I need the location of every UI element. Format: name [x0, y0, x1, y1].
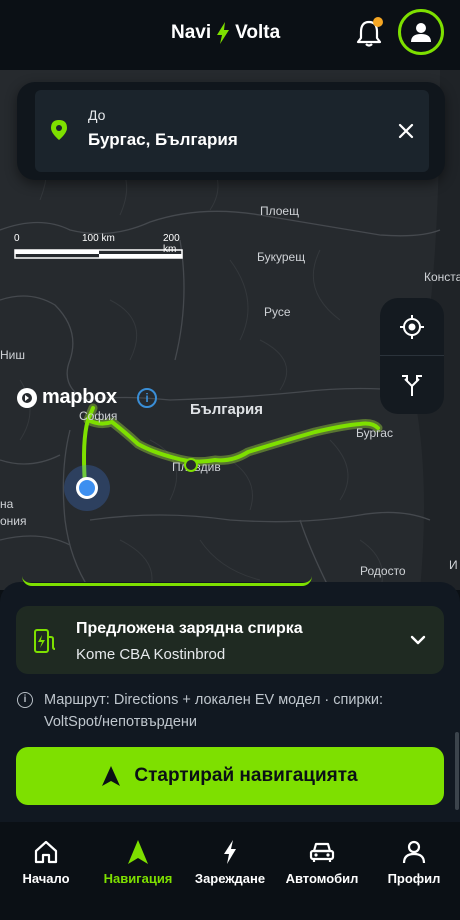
destination-label: До — [88, 107, 106, 123]
bolt-icon — [217, 22, 230, 44]
nav-label-profile: Профил — [387, 871, 441, 886]
bolt-icon — [224, 840, 236, 864]
recenter-button[interactable] — [380, 298, 444, 356]
profile-avatar-button[interactable] — [398, 9, 444, 55]
home-icon — [34, 840, 58, 864]
map-label-rhodope: Родосто — [360, 564, 406, 578]
start-navigation-button[interactable]: Стартирай навигацията — [16, 747, 444, 805]
map-label-edge-nia: ония — [0, 514, 27, 528]
app-logo: Navi Volta — [171, 22, 280, 44]
map-label-ruse: Русе — [264, 305, 291, 319]
app-header: Navi Volta — [0, 0, 460, 70]
nav-label-charging: Зареждане — [194, 871, 266, 886]
fork-arrows-icon — [402, 375, 422, 396]
destination-card: До Бургас, България — [17, 82, 445, 180]
nav-label-home: Начало — [22, 871, 70, 886]
map-label-bucharest: Букурещ — [257, 250, 306, 264]
nav-item-charging[interactable]: Зареждане — [190, 840, 270, 900]
attribution-info-icon[interactable]: i — [137, 388, 157, 408]
map-label-bulgaria: България — [190, 401, 263, 418]
location-pin-icon — [51, 120, 67, 140]
location-dot — [76, 477, 98, 499]
map-label-i-edge: И — [449, 558, 458, 572]
navigation-arrow-icon — [102, 766, 121, 786]
mapbox-icon — [17, 387, 37, 408]
map-label-nish: Ниш — [0, 348, 25, 362]
nav-label-navigation: Навигация — [103, 871, 173, 886]
scale-label-0: 0 — [14, 233, 20, 244]
nav-label-vehicle: Автомобил — [285, 871, 359, 886]
start-navigation-label: Стартирай навигацията — [134, 765, 358, 786]
scale-bar — [14, 249, 183, 259]
map-controls — [380, 298, 444, 414]
nav-item-vehicle[interactable]: Автомобил — [282, 840, 362, 900]
user-icon — [411, 23, 431, 42]
suggested-charging-stop[interactable]: Предложена зарядна спирка Kome CBA Kosti… — [16, 606, 444, 674]
suggestion-title: Предложена зарядна спирка — [76, 620, 303, 637]
brand-left: Navi — [171, 22, 212, 43]
nav-item-home[interactable]: Начало — [20, 840, 72, 900]
route-sheet-accent — [22, 576, 312, 586]
map-label-ploesti: Плоещ — [260, 204, 299, 218]
charging-stop-marker[interactable] — [183, 457, 199, 473]
destination-field[interactable]: До Бургас, България — [35, 90, 429, 172]
scale-label-200: 200 km — [163, 233, 180, 255]
route-options-button[interactable] — [380, 356, 444, 414]
bottom-navigation: Начало Навигация Зареждане Автомобил Про… — [0, 822, 460, 920]
map-label-burgas: Бургас — [356, 426, 393, 440]
charging-station-icon — [34, 629, 56, 653]
map-scale: 0 100 km 200 km — [14, 233, 184, 265]
person-icon — [402, 840, 426, 864]
navigation-icon — [128, 840, 148, 864]
close-icon[interactable] — [397, 122, 415, 140]
sheet-scrollbar[interactable] — [455, 732, 459, 810]
chevron-down-icon[interactable] — [410, 634, 426, 646]
crosshair-icon — [400, 315, 424, 339]
nav-item-navigation[interactable]: Навигация — [100, 840, 176, 900]
map-label-edge-ma: на — [0, 497, 14, 511]
info-icon: i — [17, 692, 33, 708]
notification-badge — [373, 17, 383, 27]
brand-right: Volta — [235, 22, 281, 43]
route-info-text: Маршрут: Directions + локален EV модел ·… — [44, 692, 384, 730]
scale-label-100: 100 km — [82, 233, 115, 244]
map-label-constanta: Конста — [424, 270, 460, 284]
mapbox-wordmark: mapbox — [42, 386, 117, 408]
current-location-marker — [64, 465, 110, 511]
destination-value: Бургас, България — [88, 130, 238, 149]
car-icon — [309, 842, 335, 862]
nav-item-profile[interactable]: Профил — [386, 840, 442, 900]
mapbox-logo[interactable]: mapbox — [16, 386, 117, 409]
suggestion-subtitle: Kome CBA Kostinbrod — [76, 646, 226, 663]
map-label-sofia: София — [79, 409, 118, 423]
